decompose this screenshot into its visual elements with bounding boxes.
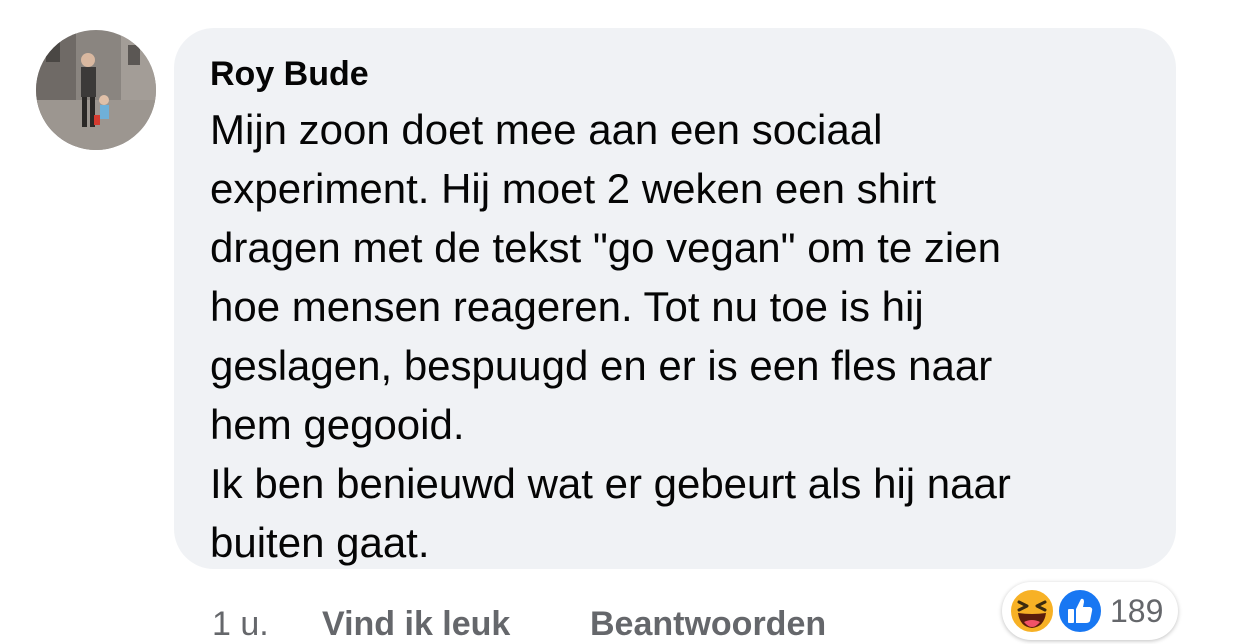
comment-text-line: geslagen, bespuugd en er is een fles naa… [210, 342, 993, 389]
reactions-summary[interactable]: 189 [1002, 582, 1178, 640]
comment-timestamp[interactable]: 1 u. [212, 604, 269, 644]
avatar-photo [36, 30, 156, 150]
comment-text-line: Mijn zoon doet mee aan een sociaal [210, 106, 883, 153]
comment-text-line: Ik ben benieuwd wat er gebeurt als hij n… [210, 460, 1011, 507]
reaction-count: 189 [1110, 593, 1164, 629]
reply-button[interactable]: Beantwoorden [590, 604, 826, 644]
like-icon [1057, 588, 1103, 634]
comment-text-line: hoe mensen reageren. Tot nu toe is hij [210, 283, 924, 330]
comment-bubble: Roy Bude Mijn zoon doet mee aan een soci… [174, 28, 1176, 569]
comment-body: Mijn zoon doet mee aan een sociaal exper… [210, 100, 1140, 572]
comment-text-line: dragen met de tekst "go vegan" om te zie… [210, 224, 1001, 271]
comment-text-line: hem gegooid. [210, 401, 465, 448]
avatar[interactable] [36, 30, 156, 150]
like-button[interactable]: Vind ik leuk [322, 604, 510, 644]
comment-text-line: buiten gaat. [210, 519, 430, 566]
comment-text-line: experiment. Hij moet 2 weken een shirt [210, 165, 936, 212]
comment-author[interactable]: Roy Bude [210, 52, 1140, 96]
haha-icon [1009, 588, 1055, 634]
